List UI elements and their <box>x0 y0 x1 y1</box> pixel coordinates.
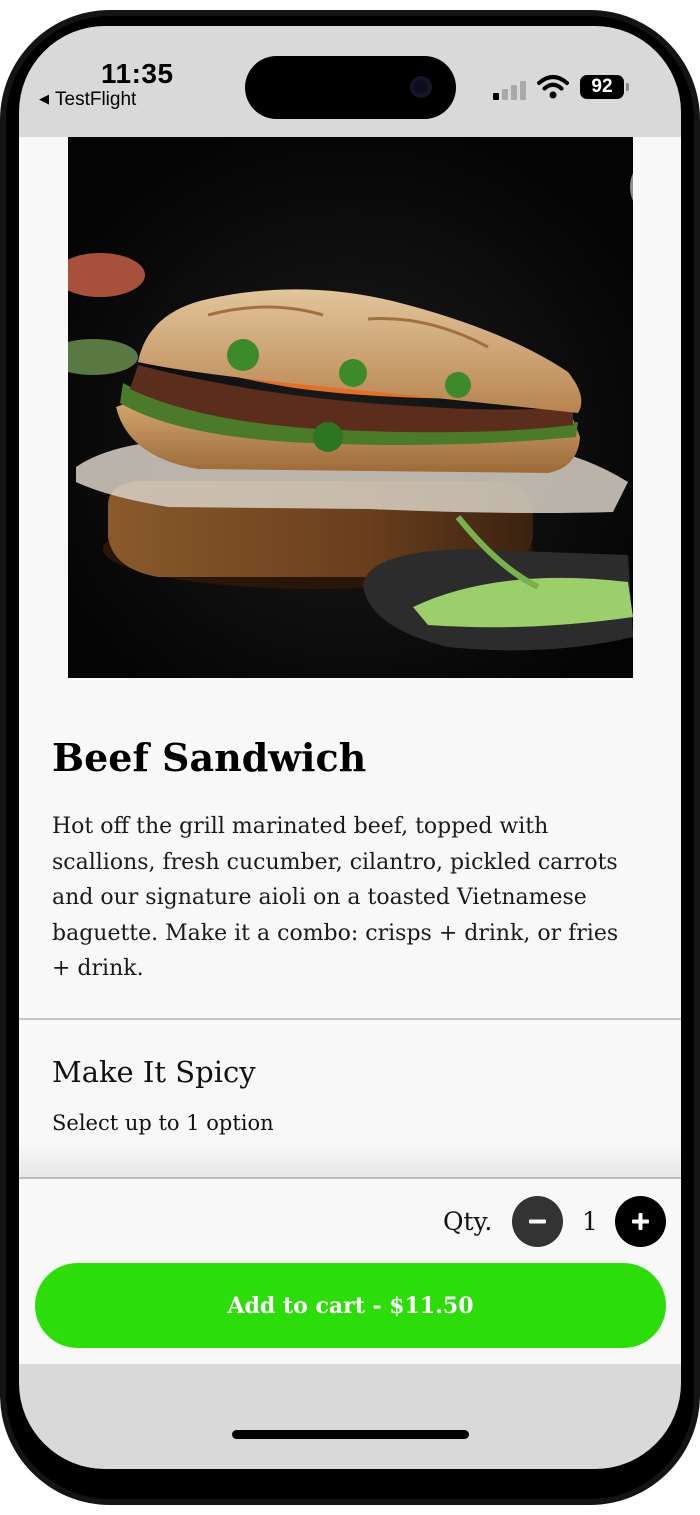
home-indicator[interactable] <box>232 1430 469 1439</box>
sandwich-illustration <box>68 137 633 678</box>
signal-icon <box>493 80 529 100</box>
option-group-subtitle: Select up to 1 option <box>52 1111 274 1135</box>
wifi-icon <box>537 75 569 99</box>
close-button[interactable] <box>630 154 633 220</box>
close-icon <box>630 154 633 220</box>
scroll-shadow <box>19 1142 681 1177</box>
decrease-quantity-button[interactable] <box>512 1196 563 1247</box>
product-image <box>68 137 633 678</box>
cart-footer: Qty. 1 Add to cart - $11.50 <box>19 1177 681 1364</box>
camera-icon <box>410 76 432 98</box>
back-to-app-link[interactable]: ◀ TestFlight <box>39 89 136 111</box>
quantity-value: 1 <box>582 1207 598 1236</box>
screen: 11:35 ◀ TestFlight 92 Beef Sandwich Hot … <box>19 26 681 1469</box>
battery-icon: 92 <box>580 75 624 99</box>
status-bar: 11:35 ◀ TestFlight 92 <box>19 26 681 137</box>
battery-tip <box>626 83 629 91</box>
section-divider <box>19 1018 681 1020</box>
plus-icon <box>632 1213 649 1230</box>
product-title: Beef Sandwich <box>52 735 367 780</box>
add-to-cart-button[interactable]: Add to cart - $11.50 <box>35 1263 666 1348</box>
status-time: 11:35 <box>101 58 174 89</box>
increase-quantity-button[interactable] <box>615 1196 666 1247</box>
minus-icon <box>529 1219 546 1224</box>
dynamic-island <box>245 56 456 119</box>
option-group-title: Make It Spicy <box>52 1055 256 1089</box>
back-app-label: TestFlight <box>55 89 137 110</box>
back-triangle-icon: ◀ <box>39 91 49 106</box>
product-description: Hot off the grill marinated beef, topped… <box>52 814 619 981</box>
quantity-label: Qty. <box>443 1207 493 1236</box>
product-detail: Beef Sandwich Hot off the grill marinate… <box>19 137 681 1177</box>
